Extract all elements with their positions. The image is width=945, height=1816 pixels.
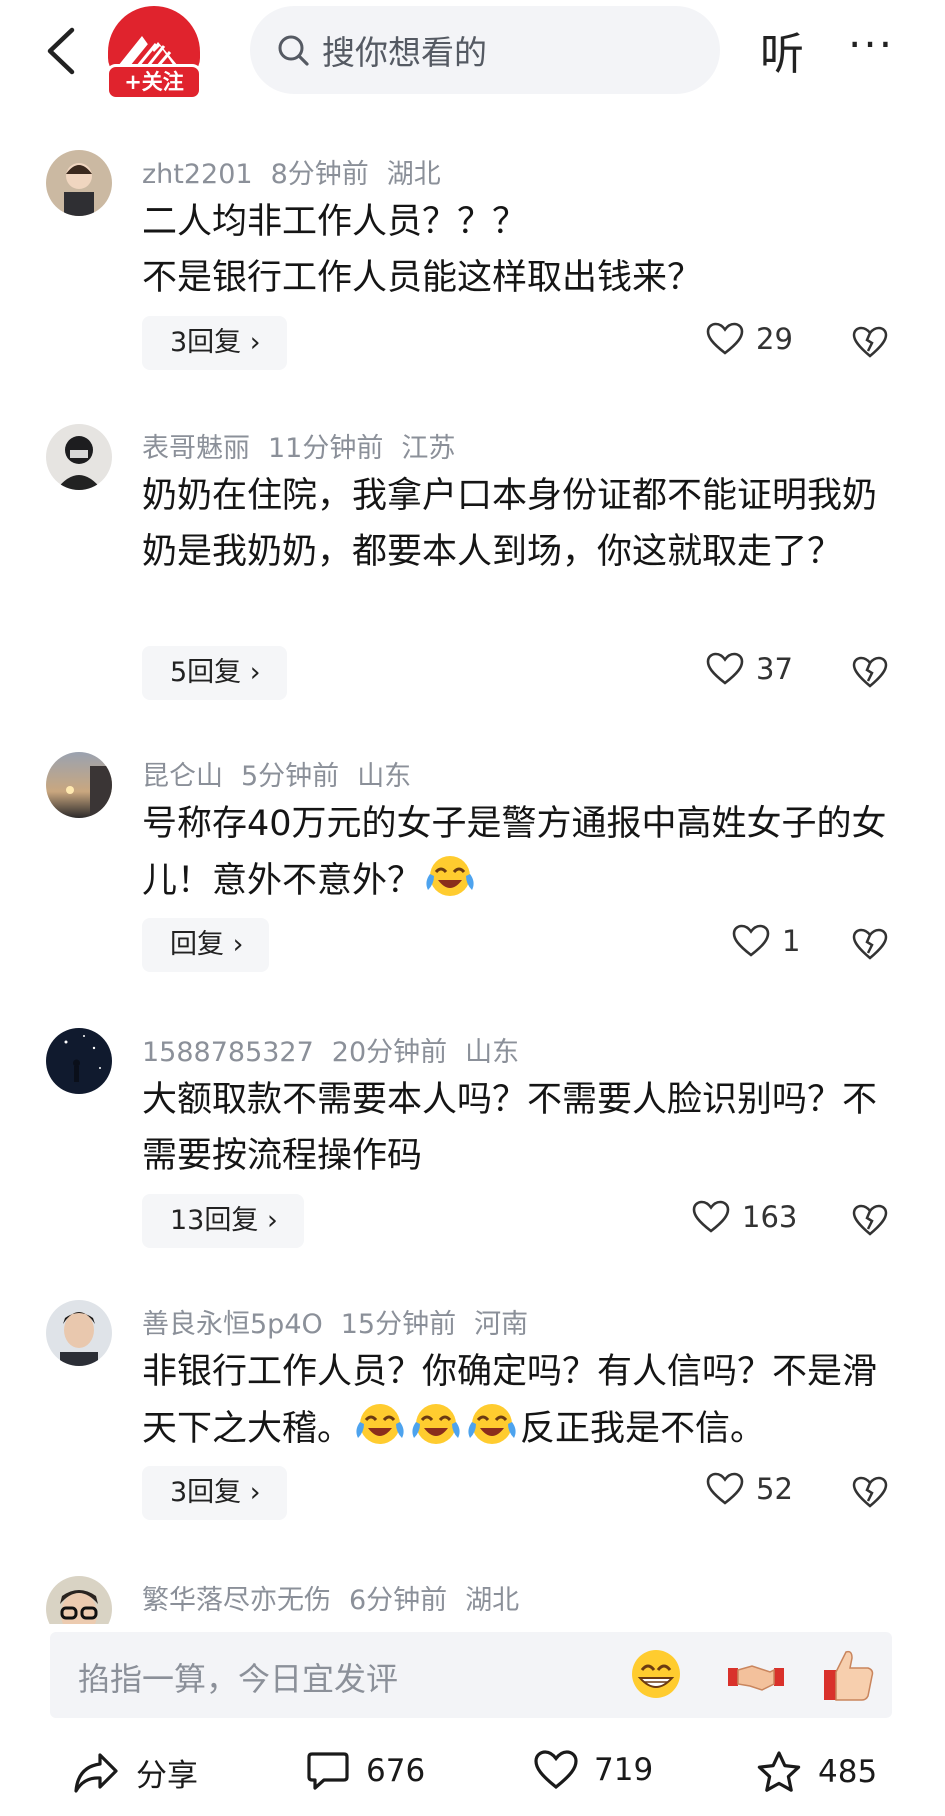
comment-item: 繁华落尽亦无伤 6分钟前 湖北 xyxy=(0,1576,945,1624)
comment-input-placeholder: 掐指一算，今日宜发评 xyxy=(78,1660,399,1698)
replies-button[interactable]: 3回复 › xyxy=(142,1466,287,1520)
like-post-button[interactable]: 719 xyxy=(534,1750,653,1790)
username[interactable]: 繁华落尽亦无伤 xyxy=(142,1585,331,1616)
broken-heart-icon[interactable] xyxy=(852,928,888,960)
avatar[interactable] xyxy=(46,1576,112,1624)
star-icon xyxy=(757,1751,801,1792)
location: 山东 xyxy=(465,1037,520,1068)
bottom-action-bar: 分享 676 719 485 xyxy=(0,1740,945,1816)
listen-button[interactable]: 听 xyxy=(760,18,804,82)
broken-heart-icon[interactable] xyxy=(852,656,888,688)
comment-text-content: 号称存40万元的女子是警方通报中高姓女子的女儿！意外不意外？ xyxy=(142,804,887,901)
broken-heart-icon[interactable] xyxy=(852,1476,888,1508)
like-count: 719 xyxy=(594,1752,654,1788)
like-count: 1 xyxy=(782,924,801,958)
search-placeholder: 搜你想看的 xyxy=(322,33,487,72)
broken-heart-icon[interactable] xyxy=(852,326,888,358)
timestamp: 5分钟前 xyxy=(241,761,340,792)
comment-meta: 表哥魅丽 11分钟前 江苏 xyxy=(142,426,473,465)
comment-meta: 昆仑山 5分钟前 山东 xyxy=(142,754,429,793)
comment-meta: 繁华落尽亦无伤 6分钟前 湖北 xyxy=(142,1578,537,1617)
laugh-cry-emoji-icon xyxy=(354,1400,406,1465)
location: 山东 xyxy=(357,761,412,792)
avatar[interactable] xyxy=(46,150,112,216)
comment-meta: 1588785327 20分钟前 山东 xyxy=(142,1030,537,1069)
comment-button[interactable]: 676 xyxy=(306,1750,425,1792)
grin-emoji-icon[interactable] xyxy=(628,1646,684,1702)
top-header: +关注 搜你想看的 听 ··· xyxy=(0,0,945,110)
comment-input[interactable]: 掐指一算，今日宜发评 xyxy=(50,1632,892,1718)
comment-text: 二人均非工作人员？？？ 不是银行工作人员能这样取出钱来？ xyxy=(142,202,703,298)
location: 河南 xyxy=(474,1309,529,1340)
username[interactable]: 善良永恒5p4O xyxy=(142,1309,323,1340)
laugh-cry-emoji-icon xyxy=(424,852,476,917)
comment-bubble-icon xyxy=(307,1752,349,1790)
like-count: 163 xyxy=(742,1200,798,1234)
heart-icon xyxy=(706,1472,744,1505)
location: 湖北 xyxy=(465,1585,520,1616)
chevron-left-icon xyxy=(47,27,75,75)
replies-button[interactable]: 5回复 › xyxy=(142,646,287,700)
timestamp: 15分钟前 xyxy=(340,1309,457,1340)
timestamp: 11分钟前 xyxy=(268,433,384,464)
timestamp: 20分钟前 xyxy=(331,1037,448,1068)
share-button[interactable]: 分享 xyxy=(72,1750,198,1795)
like-count: 37 xyxy=(756,652,793,686)
username[interactable]: 表哥魅丽 xyxy=(142,433,250,464)
heart-icon xyxy=(534,1750,578,1790)
replies-button[interactable]: 回复 › xyxy=(142,918,270,972)
share-label: 分享 xyxy=(136,1758,198,1794)
comment-text: 奶奶在住院，我拿户口本身份证都不能证明我奶奶是我奶奶，都要本人到场，你这就取走了… xyxy=(142,476,878,572)
avatar[interactable] xyxy=(46,1028,112,1094)
comment-text-content: 反正我是不信。 xyxy=(520,1409,766,1449)
replies-button[interactable]: 3回复 › xyxy=(142,316,287,370)
like-count: 29 xyxy=(756,322,793,356)
like-button[interactable]: 37 xyxy=(706,652,793,686)
like-button[interactable]: 52 xyxy=(706,1472,793,1506)
heart-icon xyxy=(732,924,770,957)
username[interactable]: zht2201 xyxy=(142,159,253,190)
comment-meta: zht2201 8分钟前 湖北 xyxy=(142,152,459,191)
more-button[interactable]: ··· xyxy=(848,20,894,69)
timestamp: 6分钟前 xyxy=(349,1585,448,1616)
broken-heart-icon[interactable] xyxy=(852,1204,888,1236)
comment-text: 号称存40万元的女子是警方通报中高姓女子的女儿！意外不意外？ xyxy=(142,796,887,917)
like-button[interactable]: 29 xyxy=(706,322,793,356)
avatar[interactable] xyxy=(46,752,112,818)
search-bar[interactable]: 搜你想看的 xyxy=(250,6,720,94)
search-icon xyxy=(278,35,309,66)
heart-icon xyxy=(692,1200,730,1233)
comment-text: 大额取款不需要本人吗？不需要人脸识别吗？不需要按流程操作码 xyxy=(142,1080,878,1176)
like-count: 52 xyxy=(756,1472,793,1506)
laugh-cry-emoji-icon xyxy=(466,1400,518,1465)
username[interactable]: 1588785327 xyxy=(142,1037,314,1068)
location: 江苏 xyxy=(401,433,456,464)
comment-text: 非银行工作人员？你确定吗？有人信吗？不是滑天下之大稽。 反正我是不信。 xyxy=(142,1344,887,1465)
username[interactable]: 昆仑山 xyxy=(142,761,223,792)
avatar[interactable] xyxy=(46,1300,112,1366)
location: 湖北 xyxy=(386,159,441,190)
favorite-count: 485 xyxy=(818,1754,878,1790)
timestamp: 8分钟前 xyxy=(270,159,369,190)
comment-count: 676 xyxy=(366,1753,426,1789)
laugh-cry-emoji-icon xyxy=(410,1400,462,1465)
heart-icon xyxy=(706,322,744,355)
avatar[interactable] xyxy=(46,424,112,490)
follow-button[interactable]: +关注 xyxy=(106,64,202,100)
heart-icon xyxy=(706,652,744,685)
replies-button[interactable]: 13回复 › xyxy=(142,1194,304,1248)
like-button[interactable]: 1 xyxy=(732,924,800,958)
favorite-button[interactable]: 485 xyxy=(756,1750,877,1794)
thumbs-up-emoji-icon[interactable] xyxy=(820,1646,876,1704)
comment-meta: 善良永恒5p4O 15分钟前 河南 xyxy=(142,1302,546,1341)
handshake-emoji-icon[interactable] xyxy=(726,1646,786,1702)
account-logo[interactable]: +关注 xyxy=(104,6,204,100)
back-button[interactable] xyxy=(36,20,86,82)
like-button[interactable]: 163 xyxy=(692,1200,797,1234)
share-icon xyxy=(74,1752,118,1793)
